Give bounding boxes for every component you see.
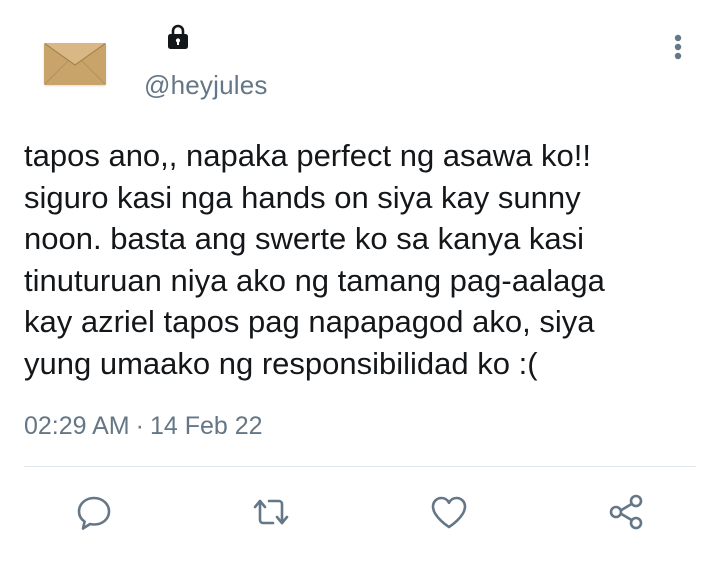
avatar[interactable] bbox=[44, 43, 106, 85]
user-handle[interactable]: @heyjules bbox=[144, 70, 268, 101]
heart-icon bbox=[431, 496, 467, 529]
tweet-text-line: tinuturuan niya ako ng tamang pag-aalaga bbox=[24, 262, 605, 298]
lock-icon bbox=[164, 23, 192, 51]
meta-separator: · bbox=[135, 412, 144, 440]
share-button[interactable] bbox=[604, 490, 648, 534]
envelope-avatar-icon bbox=[44, 43, 106, 85]
like-button[interactable] bbox=[427, 490, 471, 534]
tweet-date: 14 Feb 22 bbox=[149, 412, 263, 440]
more-vertical-icon[interactable] bbox=[666, 30, 690, 64]
reply-icon bbox=[77, 496, 111, 530]
reply-button[interactable] bbox=[72, 490, 116, 534]
tweet-timestamp[interactable]: 02:29 AM · 14 Feb 22 bbox=[24, 412, 263, 441]
tweet-time: 02:29 AM bbox=[24, 412, 130, 440]
tweet-text: tapos ano,, napaka perfect ng asawa ko!!… bbox=[24, 135, 704, 384]
retweet-icon bbox=[253, 499, 289, 525]
tweet-card: @heyjules tapos ano,, napaka perfect ng … bbox=[0, 0, 720, 565]
tweet-text-line: noon. basta ang swerte ko sa kanya kasi bbox=[24, 221, 585, 256]
share-icon bbox=[609, 494, 643, 530]
retweet-button[interactable] bbox=[249, 490, 293, 534]
tweet-text-line: tapos ano,, napaka perfect ng asawa ko!! bbox=[24, 138, 591, 173]
tweet-text-line: siguro kasi nga hands on siya kay sunny bbox=[24, 179, 581, 215]
tweet-text-line: kay azriel tapos pag napapagod ako, siya bbox=[24, 304, 595, 339]
action-bar bbox=[0, 490, 720, 540]
tweet-text-line: yung umaako ng responsibilidad ko :( bbox=[24, 345, 538, 381]
divider bbox=[24, 466, 696, 467]
